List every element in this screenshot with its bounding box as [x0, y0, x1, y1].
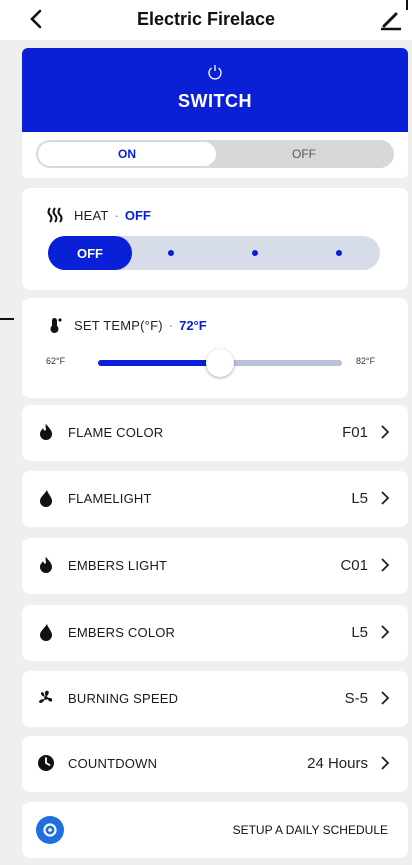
temp-slider-handle[interactable]: [206, 349, 234, 377]
setting-row-embers-color[interactable]: EMBERS COLOR L5: [22, 605, 408, 661]
heat-value: OFF: [124, 207, 151, 223]
drop-icon: [36, 488, 56, 508]
heat-waves-icon: [47, 207, 63, 223]
setting-value: L5: [351, 624, 368, 641]
setting-value: C01: [340, 557, 368, 574]
setting-row-embers-light[interactable]: EMBERS LIGHT C01: [22, 538, 408, 594]
setting-row-flame-color[interactable]: FLAME COLOR F01: [22, 405, 408, 461]
flame-icon: [36, 422, 56, 442]
heat-level-1[interactable]: [168, 250, 174, 256]
temp-value: 72°F: [179, 317, 207, 333]
setting-label: FLAMELIGHT: [68, 491, 152, 506]
setting-row-flamelight[interactable]: FLAMELIGHT L5: [22, 471, 408, 527]
schedule-label: SETUP A DAILY SCHEDULE: [232, 823, 388, 837]
heat-separator: ·: [114, 207, 119, 223]
heat-level-2[interactable]: [252, 250, 258, 256]
setting-value: L5: [351, 490, 368, 507]
setting-label: FLAME COLOR: [68, 425, 164, 440]
schedule-row[interactable]: SETUP A DAILY SCHEDULE: [22, 802, 408, 858]
heat-header: HEAT · OFF: [46, 206, 151, 224]
set-temp-card: SET TEMP(°F) · 72°F 62°F 82°F: [22, 298, 408, 398]
temp-min-label: 62°F: [46, 356, 66, 366]
chevron-right-icon: [381, 625, 390, 639]
setting-row-burning-speed[interactable]: BURNING SPEED S-5: [22, 671, 408, 727]
power-icon: [208, 65, 222, 80]
toggle-off-option[interactable]: OFF: [216, 142, 392, 166]
temp-slider-fill: [98, 360, 220, 366]
chevron-right-icon: [381, 756, 390, 770]
chevron-right-icon: [381, 491, 390, 505]
setting-value: 24 Hours: [307, 755, 368, 772]
edge-mark: [406, 0, 408, 10]
temp-header: SET TEMP(°F) · 72°F: [46, 316, 207, 334]
temp-max-label: 82°F: [356, 356, 376, 366]
setting-label: COUNTDOWN: [68, 756, 158, 771]
clock-icon: [36, 753, 56, 773]
fan-icon: [36, 688, 56, 708]
drop-icon: [36, 622, 56, 642]
chevron-right-icon: [381, 558, 390, 572]
chevron-right-icon: [381, 425, 390, 439]
heat-level-selector: OFF: [48, 236, 380, 270]
edge-mark: [0, 318, 14, 320]
page-title: Electric Firelace: [136, 9, 276, 29]
temp-separator: ·: [168, 317, 174, 333]
setting-row-countdown[interactable]: COUNTDOWN 24 Hours: [22, 736, 408, 792]
temp-slider[interactable]: [98, 349, 342, 377]
setting-label: EMBERS COLOR: [68, 625, 176, 640]
setting-value: S-5: [344, 690, 368, 707]
temp-label: SET TEMP(°F): [74, 317, 163, 333]
edit-pencil-icon: [381, 12, 401, 31]
heat-level-3[interactable]: [336, 250, 342, 256]
edit-button[interactable]: [378, 6, 404, 32]
thermometer-icon: [50, 318, 62, 333]
on-off-toggle: ON OFF: [36, 140, 394, 168]
schedule-icon: [36, 816, 64, 844]
power-switch-card: SWITCH ON OFF: [22, 48, 408, 178]
chevron-right-icon: [381, 691, 390, 705]
setting-label: BURNING SPEED: [68, 691, 179, 706]
switch-label: SWITCH: [178, 91, 252, 111]
power-switch-button[interactable]: SWITCH: [22, 48, 408, 132]
toggle-on-option[interactable]: ON: [38, 142, 216, 166]
heat-label: HEAT: [74, 207, 109, 223]
heat-card: HEAT · OFF OFF: [22, 188, 408, 290]
setting-value: F01: [342, 424, 368, 441]
setting-label: EMBERS LIGHT: [68, 558, 168, 573]
top-bar: Electric Firelace: [0, 0, 412, 40]
heat-off-option[interactable]: OFF: [48, 236, 132, 270]
flame-icon: [36, 555, 56, 575]
